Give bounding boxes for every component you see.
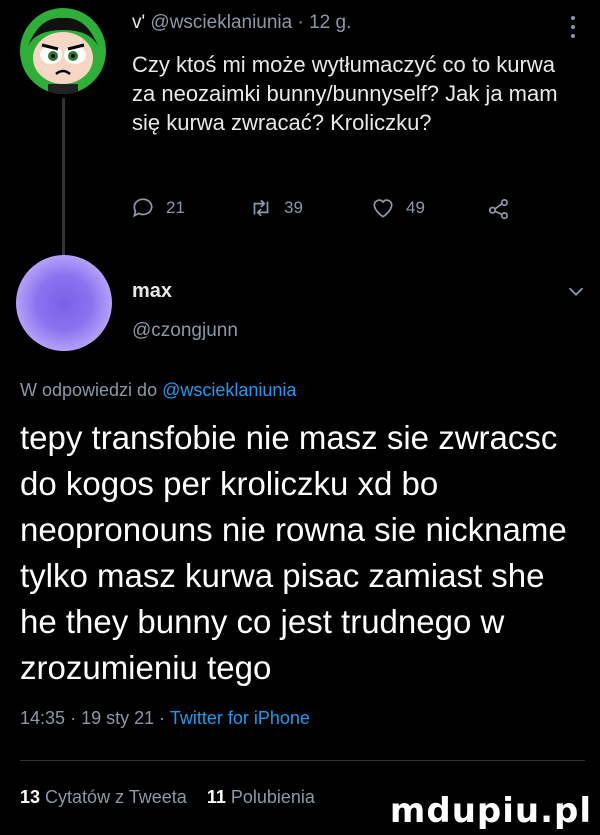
separator: · xyxy=(70,708,77,728)
tweet-stats: 13 Cytatów z Tweeta 11 Polubienia xyxy=(20,787,315,808)
avatar[interactable] xyxy=(20,8,106,94)
tweet-author: max @czongjunn xyxy=(0,250,600,360)
likes-stat[interactable]: 11 Polubienia xyxy=(207,787,315,807)
quote-label: Cytatów z Tweeta xyxy=(45,787,187,807)
mention-link[interactable]: @wscieklaniunia xyxy=(162,380,296,400)
share-icon xyxy=(488,199,508,220)
retweet-icon xyxy=(253,199,269,217)
speech-bubble-icon xyxy=(133,198,153,218)
tweet-time[interactable]: 14:35 xyxy=(20,708,65,728)
share-button[interactable] xyxy=(486,195,512,221)
like-button[interactable]: 49 xyxy=(370,195,425,221)
likes-label: Polubienia xyxy=(230,787,315,807)
like-count: 49 xyxy=(406,198,425,217)
tweet-time[interactable]: 12 g. xyxy=(309,12,351,33)
separator: · xyxy=(159,708,166,728)
tweet-body: tepy transfobie nie masz sie zwracsc do … xyxy=(20,419,567,686)
reply-prefix: W odpowiedzi do xyxy=(20,380,158,400)
tweet-date[interactable]: 19 sty 21 xyxy=(81,708,154,728)
parent-tweet[interactable]: v' @wscieklaniunia · 12 g. Czy ktoś mi m… xyxy=(0,0,600,258)
tweet-text: Czy ktoś mi może wytłumaczyć co to kurwa… xyxy=(132,52,558,135)
divider xyxy=(20,760,585,761)
retweet-count: 39 xyxy=(284,198,303,217)
avatar[interactable] xyxy=(16,255,112,351)
quote-tweets-stat[interactable]: 13 Cytatów z Tweeta xyxy=(20,787,192,807)
reply-count: 21 xyxy=(166,198,185,217)
separator: · xyxy=(297,12,304,33)
author-handle[interactable]: @wscieklaniunia xyxy=(150,12,292,33)
heart-icon xyxy=(373,199,393,218)
chevron-down-icon[interactable] xyxy=(565,280,587,302)
author-badge: v' xyxy=(132,12,146,33)
username[interactable]: @czongjunn xyxy=(132,320,238,342)
tweet-source[interactable]: Twitter for iPhone xyxy=(170,708,310,728)
quote-count: 13 xyxy=(20,787,41,807)
reply-button[interactable]: 21 xyxy=(130,195,185,221)
display-name[interactable]: max xyxy=(132,280,172,303)
more-options-icon[interactable] xyxy=(566,14,580,40)
tweet-header: v' @wscieklaniunia · 12 g. xyxy=(132,12,351,34)
tweet-meta: 14:35 · 19 sty 21 · Twitter for iPhone xyxy=(20,708,310,729)
watermark: mdupiu.pl xyxy=(389,791,592,831)
retweet-button[interactable]: 39 xyxy=(248,195,303,221)
cartoon-avatar-icon xyxy=(28,17,98,94)
thread-line xyxy=(62,98,65,258)
tweet-actions: 21 39 49 xyxy=(130,195,530,225)
reply-context: W odpowiedzi do @wscieklaniunia xyxy=(20,380,296,401)
likes-count: 11 xyxy=(206,787,226,807)
